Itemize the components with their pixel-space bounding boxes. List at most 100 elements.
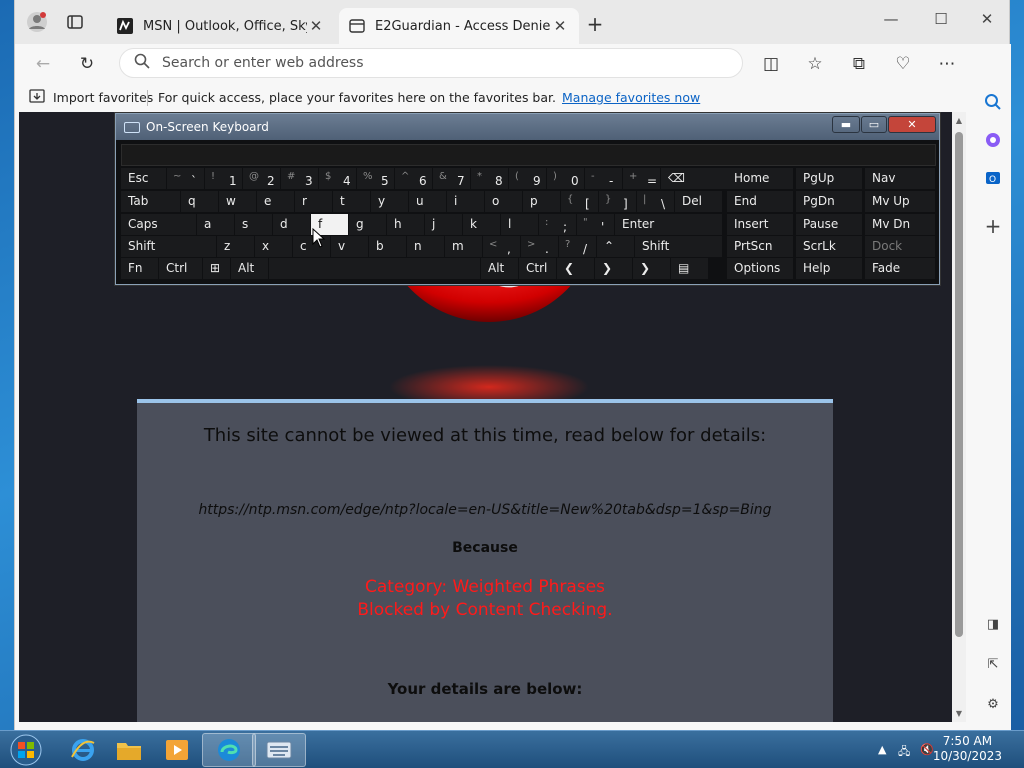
osk-key[interactable]: }] [599, 191, 636, 212]
osk-nav-key[interactable]: PgUp [796, 168, 862, 189]
manage-favorites-link[interactable]: Manage favorites now [562, 90, 700, 105]
close-window-icon[interactable]: ✕ [965, 6, 1009, 32]
osk-key[interactable]: ^ 6 [395, 168, 432, 189]
favorites-star-icon[interactable]: ☆ [803, 52, 827, 76]
osk-key[interactable]: t [333, 191, 370, 212]
collections-icon[interactable]: ⧉ [847, 52, 871, 76]
osk-key[interactable]: s [235, 214, 272, 235]
osk-nav-key[interactable]: Fade [865, 258, 935, 279]
osk-key[interactable]: ⌃ [597, 236, 634, 257]
osk-key[interactable]: ❯ [595, 258, 632, 279]
osk-nav-key[interactable]: Home [727, 168, 793, 189]
new-tab-button[interactable]: + [583, 12, 607, 36]
osk-nav-key[interactable]: Pause [796, 214, 862, 235]
close-tab-icon[interactable]: ✕ [551, 17, 569, 35]
media-player-icon[interactable] [150, 733, 204, 767]
osk-nav-key[interactable]: Insert [727, 214, 793, 235]
sidebar-toggle-icon[interactable]: ◨ [981, 612, 1005, 636]
osk-key[interactable]: r [295, 191, 332, 212]
osk-key[interactable]: g [349, 214, 386, 235]
scroll-up-icon[interactable]: ▲ [952, 116, 966, 125]
osk-nav-key[interactable]: Help [796, 258, 862, 279]
osk-key[interactable]: ❯ [633, 258, 670, 279]
open-external-icon[interactable]: ⇱ [981, 652, 1005, 676]
osk-taskbar-icon[interactable] [252, 733, 306, 767]
osk-key[interactable]: :; [539, 214, 576, 235]
osk-key[interactable]: + = [623, 168, 660, 189]
osk-key[interactable]: y [371, 191, 408, 212]
copilot-sidebar-icon[interactable] [981, 128, 1005, 152]
osk-key[interactable]: d [273, 214, 310, 235]
osk-nav-key[interactable]: Nav [865, 168, 935, 189]
osk-key[interactable]: ▤ [671, 258, 708, 279]
outlook-icon[interactable]: O [981, 166, 1005, 190]
scrollbar-thumb[interactable] [955, 132, 963, 637]
osk-key[interactable]: b [369, 236, 406, 257]
network-icon[interactable]: 🖧 [898, 743, 910, 762]
osk-key[interactable]: ⊞ [203, 258, 230, 279]
osk-key[interactable]: Shift [635, 236, 722, 257]
osk-key[interactable]: e [257, 191, 294, 212]
more-options-icon[interactable]: ⋯ [935, 52, 959, 76]
osk-key[interactable]: u [409, 191, 446, 212]
osk-key[interactable]: Shift [121, 236, 216, 257]
osk-key[interactable]: {[ [561, 191, 598, 212]
minimize-icon[interactable]: — [869, 6, 913, 32]
osk-key[interactable]: h [387, 214, 424, 235]
osk-key[interactable]: ❮ [557, 258, 594, 279]
osk-key[interactable]: Del [675, 191, 722, 212]
osk-key[interactable]: Alt [481, 258, 518, 279]
maximize-icon[interactable]: ☐ [919, 6, 963, 32]
tab-actions-icon[interactable] [63, 10, 87, 34]
osk-key[interactable]: ⌫ [661, 168, 728, 189]
osk-key[interactable]: Fn [121, 258, 158, 279]
osk-key[interactable]: ? / [559, 236, 596, 257]
osk-key[interactable]: a [197, 214, 234, 235]
osk-close-icon[interactable]: ✕ [888, 116, 936, 133]
osk-maximize-icon[interactable]: ▭ [861, 116, 887, 133]
osk-key[interactable]: >. [521, 236, 558, 257]
osk-minimize-icon[interactable]: ▬ [832, 116, 860, 133]
osk-key[interactable]: -- [585, 168, 622, 189]
settings-gear-icon[interactable]: ⚙ [981, 692, 1005, 716]
osk-key[interactable]: Enter [615, 214, 722, 235]
profile-icon[interactable] [25, 10, 49, 34]
osk-key[interactable]: Ctrl [519, 258, 556, 279]
osk-key[interactable]: m [445, 236, 482, 257]
browser-essentials-icon[interactable]: ♡ [891, 52, 915, 76]
osk-key[interactable]: * 8 [471, 168, 508, 189]
page-scrollbar[interactable]: ▲ ▼ [952, 112, 966, 722]
osk-key[interactable]: <, [483, 236, 520, 257]
close-tab-icon[interactable]: ✕ [307, 17, 325, 35]
import-favorites-button[interactable]: Import favorites [29, 89, 153, 106]
osk-key[interactable]: #3 [281, 168, 318, 189]
osk-key[interactable]: & 7 [433, 168, 470, 189]
osk-key[interactable]: | \ [637, 191, 674, 212]
add-sidebar-icon[interactable]: + [981, 214, 1005, 238]
osk-key[interactable]: @2 [243, 168, 280, 189]
osk-key[interactable]: % 5 [357, 168, 394, 189]
osk-key[interactable]: l [501, 214, 538, 235]
address-bar[interactable]: Search or enter web address [119, 48, 743, 78]
split-screen-icon[interactable]: ◫ [759, 52, 783, 76]
tab-msn[interactable]: MSN | Outlook, Office, Skype, Bing ✕ [107, 8, 335, 44]
start-button[interactable] [6, 733, 46, 767]
scroll-down-icon[interactable]: ▼ [952, 709, 966, 718]
osk-nav-key[interactable]: Dock [865, 236, 935, 257]
osk-key[interactable]: ! 1 [205, 168, 242, 189]
edge-taskbar-icon[interactable] [202, 733, 256, 767]
osk-key[interactable]: Esc [121, 168, 166, 189]
osk-nav-key[interactable]: End [727, 191, 793, 212]
file-explorer-icon[interactable] [102, 733, 156, 767]
osk-key[interactable]: (9 [509, 168, 546, 189]
osk-nav-key[interactable]: Options [727, 258, 793, 279]
osk-key[interactable]: p [523, 191, 560, 212]
osk-key[interactable]: v [331, 236, 368, 257]
osk-titlebar[interactable]: On-Screen Keyboard ▬ ▭ ✕ [116, 114, 939, 140]
osk-key[interactable]: i [447, 191, 484, 212]
osk-nav-key[interactable]: PrtScn [727, 236, 793, 257]
osk-key[interactable]: $4 [319, 168, 356, 189]
osk-key[interactable]: Alt [231, 258, 268, 279]
tab-e2guardian[interactable]: E2Guardian - Access Denied ✕ [339, 8, 579, 44]
osk-nav-key[interactable]: PgDn [796, 191, 862, 212]
